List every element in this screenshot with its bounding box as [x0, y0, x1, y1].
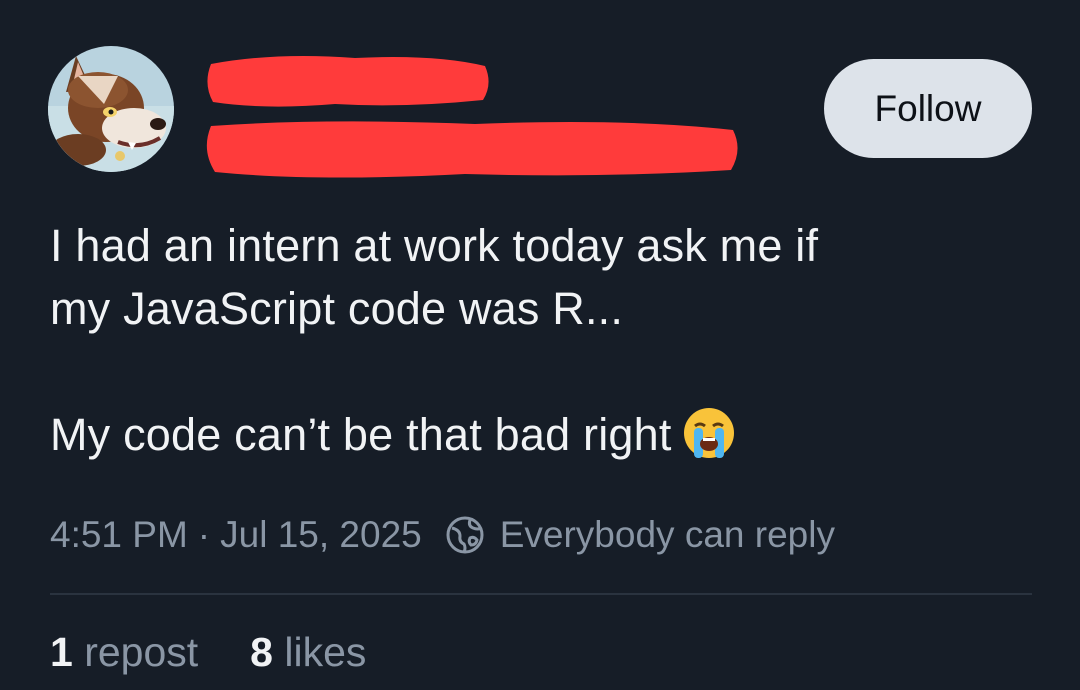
- likes-stat[interactable]: 8 likes: [250, 624, 366, 680]
- post-text-line-content: My code can’t be that bad right: [50, 409, 672, 460]
- loudly-crying-face-icon: [682, 406, 736, 476]
- likes-label: likes: [284, 629, 367, 675]
- post-meta: 4:51 PM · Jul 15, 2025 Everybody can rep…: [50, 510, 835, 560]
- meta-separator: ·: [197, 514, 211, 555]
- redacted-display-name: [207, 56, 489, 107]
- likes-count: 8: [250, 629, 273, 675]
- reposts-count: 1: [50, 629, 73, 675]
- post-text-line: my JavaScript code was R...: [50, 283, 624, 334]
- author-avatar[interactable]: [48, 46, 174, 172]
- redacted-username: [206, 121, 738, 178]
- post-time[interactable]: 4:51 PM: [50, 510, 188, 560]
- post-card: Follow I had an intern at work today ask…: [0, 0, 1080, 690]
- divider: [50, 593, 1032, 595]
- reply-setting[interactable]: Everybody can reply: [500, 510, 835, 560]
- wolf-avatar-icon: [48, 46, 174, 172]
- post-stats: 1 repost 8 likes: [50, 624, 366, 680]
- post-text-line: I had an intern at work today ask me if: [50, 220, 819, 271]
- reposts-label: repost: [84, 629, 199, 675]
- follow-button[interactable]: Follow: [824, 59, 1032, 158]
- globe-icon: [444, 514, 486, 556]
- post-date[interactable]: Jul 15, 2025: [220, 510, 422, 560]
- post-text-line: My code can’t be that bad right: [50, 403, 1040, 476]
- reposts-stat[interactable]: 1 repost: [50, 624, 198, 680]
- post-body: I had an intern at work today ask me if …: [50, 214, 1040, 476]
